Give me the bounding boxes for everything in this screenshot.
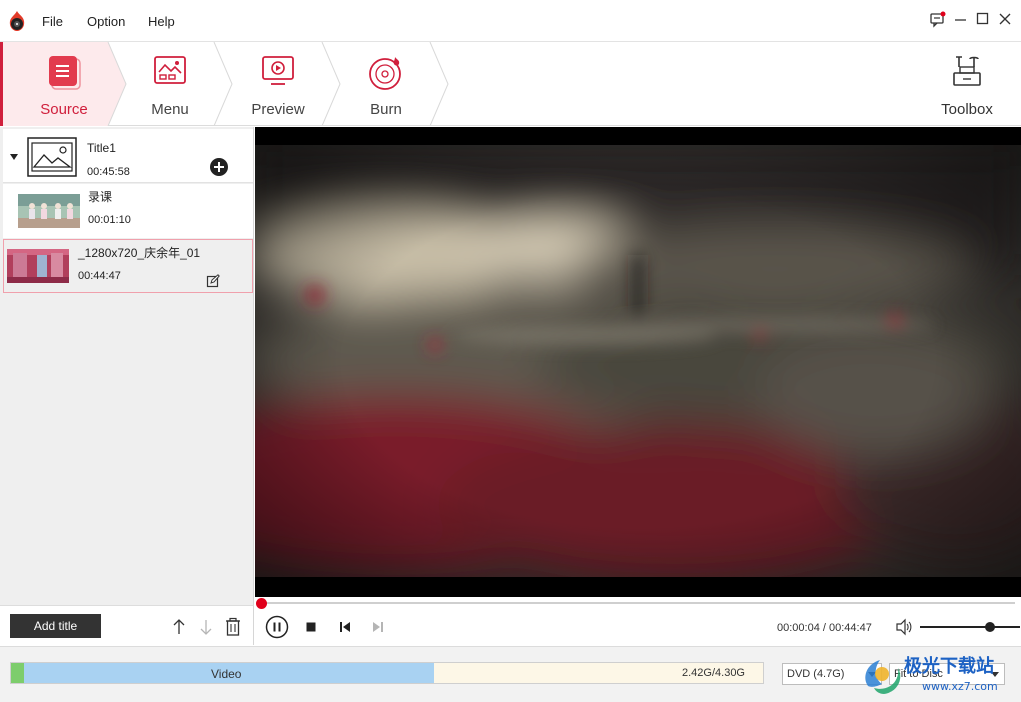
trash-icon[interactable] [224, 617, 242, 637]
edit-icon[interactable] [206, 274, 220, 288]
watermark-url: www.xz7.com [922, 680, 998, 693]
clip-name: 录课 [88, 190, 113, 204]
capacity-label: Video [211, 667, 242, 681]
clip-duration: 00:01:10 [88, 214, 131, 226]
clip-name: _1280x720_庆余年_01 [78, 246, 201, 260]
volume-icon[interactable] [895, 618, 913, 636]
app-logo-icon [9, 11, 25, 31]
disc-capacity-bar: Video 2.42G/4.30G [10, 662, 764, 684]
source-icon [49, 56, 81, 90]
step-source[interactable]: Source [0, 42, 128, 126]
maximize-icon[interactable] [974, 10, 992, 28]
video-frame [255, 145, 1021, 577]
add-title-button[interactable]: Add title [10, 614, 101, 638]
step-burn-label: Burn [370, 101, 402, 118]
up-arrow-icon[interactable] [171, 618, 187, 636]
next-icon[interactable] [372, 621, 384, 633]
left-panel-footer: Add title [0, 605, 254, 645]
title-row[interactable]: Title1 00:45:58 [3, 129, 253, 183]
burn-icon [369, 57, 401, 90]
clip-duration: 00:44:47 [78, 270, 121, 282]
watermark-title: 极光下载站 [904, 655, 994, 677]
toolbox-button[interactable]: Toolbox [926, 42, 1008, 126]
down-arrow-icon[interactable] [198, 618, 214, 636]
feedback-icon[interactable] [929, 10, 947, 28]
menu-bar: File Option Help [0, 0, 1021, 42]
source-list-panel: Title1 00:45:58 录课 00:01:10 _1280x720_庆余… [0, 127, 254, 645]
collapse-arrow-icon[interactable] [9, 153, 19, 161]
step-toolbar: Source Menu Preview Burn Toolbox [0, 42, 1021, 126]
step-menu-label: Menu [151, 101, 189, 118]
minimize-icon[interactable] [952, 10, 970, 28]
video-preview[interactable] [255, 127, 1021, 597]
close-icon[interactable] [996, 10, 1014, 28]
step-burn[interactable]: Burn [332, 42, 440, 126]
menu-option[interactable]: Option [87, 14, 125, 29]
time-readout: 00:00:04 / 00:44:47 [777, 622, 872, 634]
step-menu[interactable]: Menu [116, 42, 224, 126]
menu-file[interactable]: File [42, 14, 63, 29]
title-duration: 00:45:58 [87, 166, 130, 178]
add-icon[interactable] [209, 157, 229, 177]
clip-thumbnail [7, 249, 69, 283]
capacity-size: 2.42G/4.30G [682, 667, 745, 679]
step-preview-label: Preview [251, 101, 305, 118]
pause-icon[interactable] [265, 615, 289, 639]
stop-icon[interactable] [305, 621, 317, 633]
title-name: Title1 [87, 141, 116, 155]
prev-icon[interactable] [339, 621, 351, 633]
seek-bar[interactable] [261, 602, 1015, 604]
player-controls: 00:00:04 / 00:44:47 [255, 597, 1021, 645]
volume-handle[interactable] [985, 622, 995, 632]
toolbox-label: Toolbox [941, 101, 993, 118]
title-thumbnail-icon [27, 137, 77, 177]
menu-icon [154, 56, 186, 84]
clip-thumbnail [18, 194, 80, 228]
seek-handle[interactable] [256, 598, 267, 609]
step-source-label: Source [40, 101, 88, 118]
step-preview[interactable]: Preview [224, 42, 332, 126]
list-item-selected[interactable]: _1280x720_庆余年_01 00:44:47 [3, 239, 253, 293]
disc-type-value: DVD (4.7G) [787, 668, 845, 680]
list-item[interactable]: 录课 00:01:10 [3, 184, 253, 238]
capacity-menu-fill [11, 663, 24, 683]
menu-help[interactable]: Help [148, 14, 175, 29]
volume-slider[interactable] [920, 626, 1020, 628]
preview-icon [262, 56, 294, 85]
toolbox-icon [953, 56, 981, 86]
watermark-logo: 极光下载站 www.xz7.com [865, 655, 998, 694]
